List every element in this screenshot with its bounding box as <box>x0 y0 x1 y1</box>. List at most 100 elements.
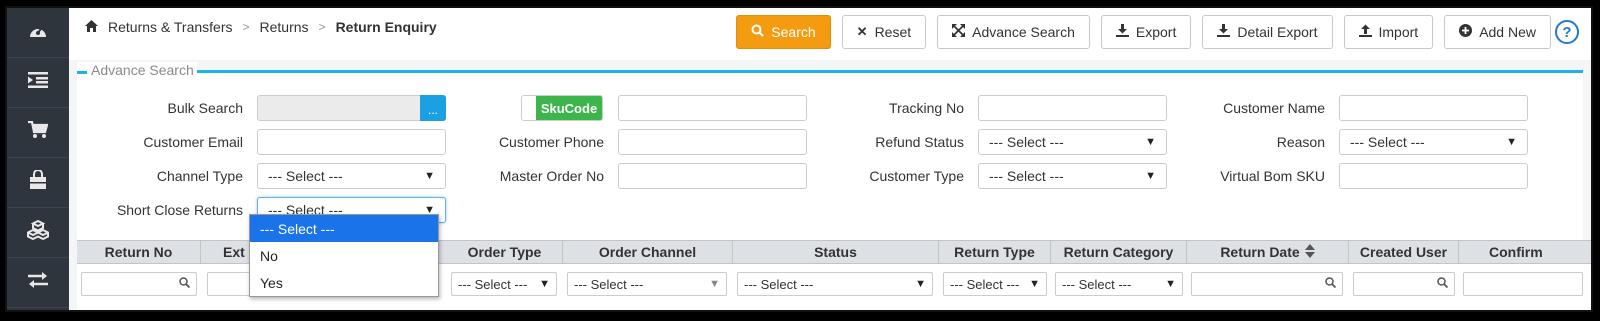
dashboard-icon <box>28 21 48 45</box>
filter-created-user[interactable] <box>1353 272 1455 296</box>
sidebar-item-exchange[interactable] <box>7 258 69 308</box>
close-icon: ✕ <box>856 24 868 39</box>
main-content: Returns & Transfers > Returns > Return E… <box>69 8 1591 310</box>
dropdown-option-no[interactable]: No <box>250 242 438 269</box>
chevron-down-icon: ▼ <box>915 278 926 290</box>
column-header-order-channel[interactable]: Order Channel <box>563 241 733 263</box>
column-header-return-no[interactable]: Return No <box>77 241 201 263</box>
reason-label: Reason <box>1276 134 1325 150</box>
filter-return-type[interactable]: --- Select --- ▼ <box>943 272 1047 296</box>
exchange-icon <box>28 271 48 294</box>
cart-icon <box>28 120 49 145</box>
virtual-bom-sku-label: Virtual Bom SKU <box>1220 168 1325 184</box>
filter-order-channel[interactable]: --- Select --- ▼ <box>567 272 727 296</box>
export-button[interactable]: Export <box>1100 15 1192 49</box>
import-button-label: Import <box>1378 24 1419 40</box>
chevron-down-icon: ▼ <box>1165 278 1176 290</box>
column-header-return-type[interactable]: Return Type <box>939 241 1051 263</box>
refund-status-value: --- Select --- <box>989 134 1064 150</box>
column-header-order-type[interactable]: Order Type <box>447 241 563 263</box>
filter-return-category[interactable]: --- Select --- ▼ <box>1055 272 1183 296</box>
filter-return-date[interactable] <box>1191 272 1343 296</box>
bulk-search-browse-button[interactable]: ... <box>420 95 446 121</box>
channel-type-select[interactable]: --- Select --- ▼ <box>257 163 446 189</box>
column-header-return-date[interactable]: Return Date <box>1187 241 1349 263</box>
export-button-label: Export <box>1135 24 1177 40</box>
advance-search-button[interactable]: Advance Search <box>937 15 1090 49</box>
breadcrumb-current: Return Enquiry <box>335 19 437 35</box>
search-button[interactable]: Search <box>736 15 831 49</box>
reset-button[interactable]: ✕ Reset <box>841 15 927 49</box>
skucode-toggle-label: SkuCode <box>536 96 602 120</box>
sidebar-item-dashboard[interactable] <box>7 8 69 58</box>
filter-status-value: --- Select --- <box>744 276 814 292</box>
filter-order-channel-value: --- Select --- <box>574 276 644 292</box>
add-new-button[interactable]: Add New <box>1444 15 1551 49</box>
help-icon[interactable]: ? <box>1555 20 1579 44</box>
master-order-no-input[interactable] <box>618 163 807 189</box>
breadcrumb-separator: > <box>318 20 326 34</box>
search-icon <box>179 277 191 291</box>
refund-status-label: Refund Status <box>875 134 964 150</box>
dropdown-option-yes[interactable]: Yes <box>250 269 438 296</box>
filter-confirm[interactable] <box>1463 272 1583 296</box>
breadcrumb-separator: > <box>242 20 250 34</box>
filter-return-no[interactable] <box>81 272 197 296</box>
column-header-status[interactable]: Status <box>733 241 939 263</box>
reason-select[interactable]: --- Select --- ▼ <box>1339 129 1528 155</box>
reset-button-label: Reset <box>874 24 912 40</box>
customer-type-label: Customer Type <box>869 168 964 184</box>
detail-export-button-label: Detail Export <box>1237 24 1318 40</box>
sidebar-item-cubes[interactable] <box>7 208 69 258</box>
sort-icon <box>1304 243 1315 261</box>
short-close-returns-label: Short Close Returns <box>116 202 243 218</box>
bulk-search-label: Bulk Search <box>167 100 243 116</box>
import-button[interactable]: Import <box>1343 15 1434 49</box>
short-close-returns-dropdown: --- Select --- No Yes <box>249 214 439 297</box>
detail-export-button[interactable]: Detail Export <box>1202 15 1333 49</box>
column-header-created-user[interactable]: Created User <box>1349 241 1459 263</box>
customer-phone-input[interactable] <box>618 129 807 155</box>
sidebar-item-cart[interactable] <box>7 108 69 158</box>
filter-order-type[interactable]: --- Select --- ▼ <box>451 272 557 296</box>
filter-return-type-value: --- Select --- <box>950 276 1020 292</box>
breadcrumb: Returns & Transfers > Returns > Return E… <box>85 19 437 35</box>
skucode-toggle[interactable]: SkuCode <box>521 95 603 121</box>
skucode-input[interactable] <box>618 95 807 121</box>
customer-phone-label: Customer Phone <box>498 134 604 150</box>
home-icon[interactable] <box>85 19 98 35</box>
search-icon <box>1325 277 1337 291</box>
column-header-return-category[interactable]: Return Category <box>1051 241 1187 263</box>
column-header-confirm[interactable]: Confirm <box>1459 241 1579 263</box>
shopping-bag-icon <box>29 168 47 196</box>
refund-status-select[interactable]: --- Select --- ▼ <box>978 129 1167 155</box>
panel-legend: Advance Search <box>77 62 197 78</box>
bulk-search-input[interactable]: ... <box>257 95 446 121</box>
add-new-button-label: Add New <box>1479 24 1536 40</box>
chevron-down-icon: ▼ <box>539 278 550 290</box>
sidebar-item-indent[interactable] <box>7 58 69 108</box>
virtual-bom-sku-input[interactable] <box>1339 163 1528 189</box>
filter-order-type-value: --- Select --- <box>458 276 528 292</box>
breadcrumb-item-returns[interactable]: Returns <box>260 19 309 35</box>
channel-type-value: --- Select --- <box>268 168 343 184</box>
customer-type-value: --- Select --- <box>989 168 1064 184</box>
customer-type-select[interactable]: --- Select --- ▼ <box>978 163 1167 189</box>
reason-value: --- Select --- <box>1350 134 1425 150</box>
download-icon <box>1217 24 1231 40</box>
customer-email-label: Customer Email <box>143 134 243 150</box>
search-icon <box>1437 277 1449 291</box>
return-date-label: Return Date <box>1220 244 1300 260</box>
upload-icon <box>1358 24 1372 40</box>
breadcrumb-item-returns-transfers[interactable]: Returns & Transfers <box>108 19 233 35</box>
app-window: Returns & Transfers > Returns > Return E… <box>5 6 1593 312</box>
customer-email-input[interactable] <box>257 129 446 155</box>
chevron-down-icon: ▼ <box>1029 278 1040 290</box>
customer-name-input[interactable] <box>1339 95 1528 121</box>
dropdown-option-select[interactable]: --- Select --- <box>250 215 438 242</box>
customer-name-label: Customer Name <box>1223 100 1325 116</box>
sidebar-item-bag[interactable] <box>7 158 69 208</box>
tracking-no-input[interactable] <box>978 95 1167 121</box>
search-icon <box>751 24 765 40</box>
filter-status[interactable]: --- Select --- ▼ <box>737 272 933 296</box>
